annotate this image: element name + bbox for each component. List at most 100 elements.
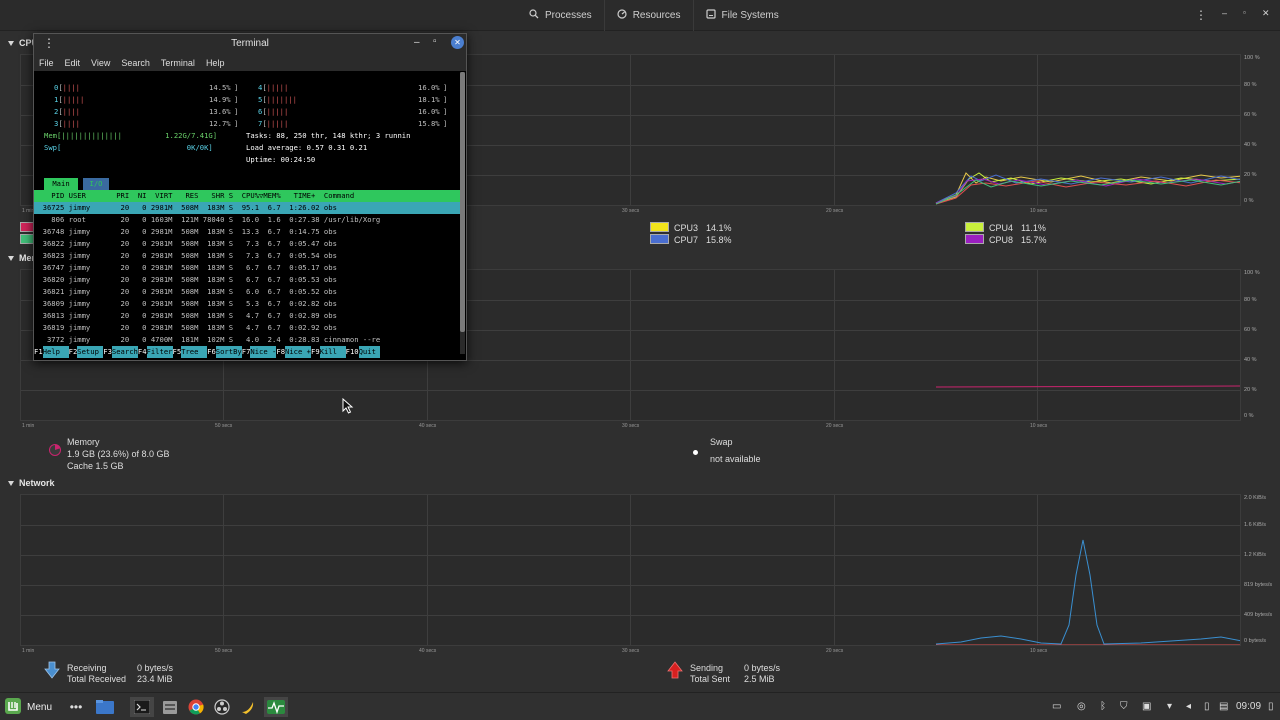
battery-icon[interactable]: ▯ — [1204, 701, 1210, 712]
file-manager-icon[interactable] — [160, 697, 180, 717]
table-row[interactable]: 36823 jimmy 20 0 2981M 508M 183M S 7.3 6… — [34, 250, 462, 262]
cpu-meter: 5[||||||| 18.1%] — [258, 95, 448, 104]
cpu4-color-swatch[interactable] — [965, 222, 984, 232]
fkey-kill[interactable]: Kill — [319, 346, 346, 358]
tab-resources[interactable]: Resources — [603, 0, 693, 31]
table-row[interactable]: 36822 jimmy 20 0 2981M 508M 183M S 7.3 6… — [34, 238, 462, 250]
notifications-icon[interactable]: ▯ — [1268, 701, 1274, 712]
menu-label: Menu — [27, 701, 53, 713]
network-history-graph — [20, 494, 1241, 646]
collapse-triangle-icon — [8, 480, 14, 486]
cpu7-color-swatch[interactable] — [650, 234, 669, 244]
total-sent-value: 2.5 MiB — [744, 674, 775, 684]
obs-icon[interactable] — [212, 697, 232, 717]
mint-logo-icon — [4, 697, 22, 717]
fkey-nice-plus[interactable]: Nice + — [285, 346, 311, 358]
table-row[interactable]: 36819 jimmy 20 0 2981M 508M 183M S 4.7 6… — [34, 322, 462, 334]
table-row[interactable]: 36813 jimmy 20 0 2981M 508M 183M S 4.7 6… — [34, 310, 462, 322]
clock[interactable]: 09:09 — [1236, 701, 1261, 712]
fkey-filter[interactable]: Filter — [146, 346, 173, 358]
terminal-taskbar-icon[interactable] — [130, 697, 154, 717]
htop-tab-io[interactable]: I/O — [83, 178, 109, 190]
fkey-quit[interactable]: Quit — [358, 346, 381, 358]
terminal-minimize-icon[interactable]: – — [414, 37, 420, 48]
process-table-header[interactable]: PID USER PRI NI VIRT RES SHR S CPU%▽MEM%… — [34, 190, 462, 202]
table-row[interactable]: 36820 jimmy 20 0 2981M 508M 183M S 6.7 6… — [34, 274, 462, 286]
view-tabs: Processes Resources File Systems — [517, 0, 791, 31]
table-row[interactable]: 36725 jimmy 20 0 2981M 508M 183M S 95.1 … — [34, 202, 462, 214]
wifi-icon[interactable]: ▾ — [1167, 701, 1172, 712]
terminal-close-icon[interactable]: ✕ — [451, 36, 464, 49]
x-tick-label: 20 secs — [826, 648, 844, 654]
calendar-icon[interactable]: ▤ — [1219, 701, 1228, 712]
terminal-menu-view[interactable]: View — [91, 58, 110, 68]
terminal-menu-terminal[interactable]: Terminal — [161, 58, 195, 68]
terminal-menu-search[interactable]: Search — [121, 58, 150, 68]
x-tick-label: 20 secs — [826, 423, 844, 429]
total-received-value: 23.4 MiB — [137, 674, 173, 684]
terminal-titlebar[interactable]: ⋮ Terminal – ▫ ✕ — [34, 34, 466, 54]
fkey-sortby[interactable]: SortBy — [215, 346, 242, 358]
network-section-header[interactable]: Network — [8, 478, 55, 488]
bluetooth-icon[interactable]: ᛒ — [1100, 701, 1106, 712]
mouse-cursor-icon — [342, 398, 354, 414]
table-row[interactable]: 36748 jimmy 20 0 2981M 508M 183M S 13.3 … — [34, 226, 462, 238]
table-row[interactable]: 36821 jimmy 20 0 2981M 508M 183M S 6.0 6… — [34, 286, 462, 298]
tab-file-systems[interactable]: File Systems — [692, 0, 791, 31]
shield-icon[interactable]: ⛉ — [1120, 701, 1128, 712]
show-desktop-icon[interactable]: ••• — [66, 697, 86, 717]
table-row[interactable]: 36747 jimmy 20 0 2981M 508M 183M S 6.7 6… — [34, 262, 462, 274]
volume-icon[interactable]: ◂ — [1186, 701, 1191, 712]
system-monitor-taskbar-icon[interactable] — [264, 697, 288, 717]
collapse-triangle-icon — [8, 255, 14, 261]
x-tick-label: 10 secs — [1030, 648, 1048, 654]
minimize-icon[interactable]: – — [1222, 8, 1227, 18]
cpu-meter: 6[||||| 16.0%] — [258, 107, 448, 116]
x-tick-label: 30 secs — [622, 648, 640, 654]
update-manager-icon[interactable]: ▣ — [1142, 701, 1151, 712]
terminal-menu-edit[interactable]: Edit — [65, 58, 81, 68]
sending-arrow-icon[interactable] — [667, 661, 683, 679]
receiving-arrow-icon[interactable] — [44, 661, 60, 679]
terminal-menu-file[interactable]: File — [39, 58, 54, 68]
swap-label: Swap — [710, 437, 733, 447]
close-icon[interactable]: ✕ — [1262, 8, 1270, 19]
terminal-menu-help[interactable]: Help — [206, 58, 225, 68]
y-tick-label: 100 % — [1244, 270, 1260, 276]
fkey-tree[interactable]: Tree — [181, 346, 208, 358]
accessibility-icon[interactable]: ◎ — [1077, 701, 1086, 712]
y-tick-label: 40 % — [1244, 142, 1257, 148]
y-tick-label: 60 % — [1244, 327, 1257, 333]
cpu7-label: CPU7 — [674, 235, 699, 245]
network-usage-lines — [935, 539, 1240, 645]
menu-button[interactable]: Menu — [4, 697, 52, 717]
fkey-nice-minus[interactable]: Nice - — [250, 346, 277, 358]
kebab-menu-icon[interactable]: ⋮ — [1195, 8, 1207, 22]
tab-resources-label: Resources — [632, 10, 681, 21]
terminal-window[interactable]: ⋮ Terminal – ▫ ✕ File Edit View Search T… — [33, 33, 467, 361]
header-bar: Processes Resources File Systems ⋮ – ▫ ✕ — [0, 0, 1280, 31]
memory-usage: 1.9 GB (23.6%) of 8.0 GB — [67, 449, 170, 459]
table-row[interactable]: 3772 jimmy 20 0 4700M 181M 102M S 4.0 2.… — [34, 334, 462, 346]
fkey-search[interactable]: Search — [111, 346, 138, 358]
chrome-icon[interactable] — [186, 697, 206, 717]
x-tick-label: 1 min — [22, 648, 35, 654]
maximize-icon[interactable]: ▫ — [1243, 8, 1246, 17]
cpu3-color-swatch[interactable] — [650, 222, 669, 232]
terminal-scrollbar[interactable] — [460, 72, 465, 354]
fkey-setup[interactable]: Setup — [77, 346, 104, 358]
receiving-value: 0 bytes/s — [137, 663, 174, 673]
cpu8-color-swatch[interactable] — [965, 234, 984, 244]
table-row[interactable]: 806 root 20 0 1603M 121M 78040 S 16.0 1.… — [34, 214, 462, 226]
terminal-maximize-icon[interactable]: ▫ — [433, 36, 437, 47]
cpu-meter: 2[|||| 13.6%] — [54, 107, 239, 116]
table-row[interactable]: 36809 jimmy 20 0 2981M 508M 183M S 5.3 6… — [34, 298, 462, 310]
fkey-help[interactable]: Help — [42, 346, 69, 358]
banana-app-icon[interactable] — [238, 697, 258, 717]
files-icon[interactable] — [95, 697, 115, 717]
window-list-icon[interactable]: ▭ — [1052, 701, 1061, 712]
x-tick-label: 50 secs — [215, 423, 233, 429]
tab-processes[interactable]: Processes — [517, 0, 604, 31]
htop-output[interactable]: 0[|||| 14.5%] 1[||||| 14.9%] 2[|||| 13.6%] … — [34, 71, 462, 361]
htop-tab-main[interactable]: Main — [44, 178, 78, 190]
